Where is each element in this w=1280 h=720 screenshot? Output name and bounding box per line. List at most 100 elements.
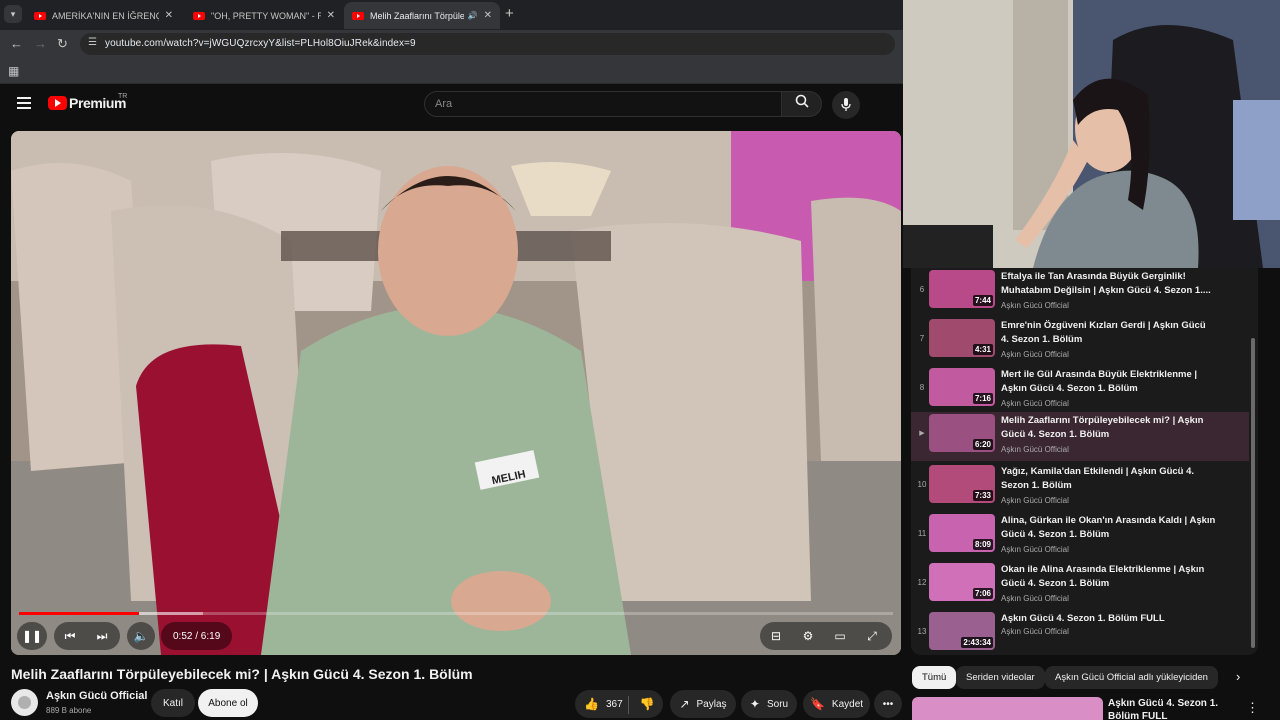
subscribe-label: Abone ol	[208, 697, 248, 709]
thumbs-down-icon[interactable]: 👎	[640, 697, 655, 711]
voice-search-button[interactable]	[832, 91, 860, 119]
thumbs-up-icon[interactable]: 👍	[584, 697, 599, 711]
tab-title: Melih Zaaflarını Törpüleyebi	[370, 10, 464, 21]
menu-icon[interactable]	[17, 97, 31, 109]
subtitles-icon[interactable]: ⊟	[760, 629, 792, 643]
like-count[interactable]: 367	[606, 699, 623, 710]
playlist-item-title[interactable]: Mert ile Gül Arasında Büyük Elektriklenm…	[1001, 368, 1216, 395]
chip-all[interactable]: Tümü	[912, 666, 957, 689]
playlist-item-title[interactable]: Eftalya ile Tan Arasında Büyük Gerginlik…	[1001, 270, 1216, 297]
playlist-item-current[interactable]: ▶ 6:20 Melih Zaaflarını Törpüleyebilecek…	[911, 412, 1249, 461]
playlist-item-title[interactable]: Alina, Gürkan ile Okan'ın Arasında Kaldı…	[1001, 514, 1216, 541]
time-text: 0:52 / 6:19	[173, 630, 221, 642]
playlist-item-title[interactable]: Yağız, Kamila'dan Etkilendi | Aşkın Gücü…	[1001, 465, 1216, 492]
join-button[interactable]: Katıl	[151, 689, 195, 717]
video-player[interactable]: MELIH ❚❚ ⏮ ⏭ 🔈 0:52 / 6:19 ⊟ ⚙ ▭ ⤢	[11, 131, 901, 655]
chip-series-videos[interactable]: Seriden videolar	[956, 666, 1045, 689]
playlist-thumbnail[interactable]: 7:06	[929, 563, 995, 601]
search-input[interactable]: Ara	[424, 91, 782, 117]
playlist-item-title[interactable]: Emre'nin Özgüveni Kızları Gerdi | Aşkın …	[1001, 319, 1216, 346]
youtube-logo-icon[interactable]	[48, 96, 67, 110]
more-horizontal-icon: •••	[882, 698, 894, 710]
subscribe-button[interactable]: Abone ol	[198, 689, 258, 717]
playlist-item[interactable]: 13 2:43:34 Aşkın Gücü 4. Sezon 1. Bölüm …	[911, 610, 1249, 659]
playlist-thumbnail[interactable]: 8:09	[929, 514, 995, 552]
theater-mode-icon[interactable]: ▭	[824, 629, 856, 643]
playlist-item-channel: Aşkın Gücü Official	[1001, 627, 1069, 636]
browser-tab-2[interactable]: "OH, PRETTY WOMAN" - Roy O ✕	[185, 2, 343, 29]
site-info-icon[interactable]: ☰	[88, 37, 97, 48]
apps-grid-icon[interactable]: ▦	[8, 64, 19, 78]
close-icon[interactable]: ✕	[165, 10, 173, 21]
more-actions-button[interactable]: •••	[874, 690, 902, 718]
url-input[interactable]: ☰ youtube.com/watch?v=jWGUQzrcxyY&list=P…	[80, 33, 895, 55]
recommendation-thumbnail[interactable]	[912, 697, 1103, 720]
playlist-item-title[interactable]: Melih Zaaflarını Törpüleyebilecek mi? | …	[1001, 414, 1216, 441]
previous-icon[interactable]: ⏮	[54, 629, 86, 644]
playlist-thumbnail[interactable]: 7:44	[929, 270, 995, 308]
playlist-thumbnail[interactable]: 7:33	[929, 465, 995, 503]
share-label: Paylaş	[696, 698, 727, 710]
reload-icon[interactable]: ↻	[57, 36, 68, 52]
playlist-item[interactable]: 6 7:44 Eftalya ile Tan Arasında Büyük Ge…	[911, 268, 1249, 317]
playlist-thumbnail[interactable]: 7:16	[929, 368, 995, 406]
now-playing-icon: ▶	[919, 430, 925, 437]
fullscreen-icon[interactable]: ⤢	[856, 629, 888, 644]
back-arrow-icon[interactable]: ←	[10, 36, 23, 51]
browser-tab-1[interactable]: AMERİKA'NIN EN İĞRENÇ PROJ ✕	[26, 2, 181, 29]
playlist-index: 11	[917, 529, 927, 538]
tab-title: AMERİKA'NIN EN İĞRENÇ PROJ	[52, 10, 159, 21]
new-tab-button[interactable]: +	[505, 5, 514, 22]
playlist-item-title[interactable]: Aşkın Gücü 4. Sezon 1. Bölüm FULL	[1001, 612, 1216, 626]
playlist-item-channel: Aşkın Gücü Official	[1001, 594, 1069, 603]
search-button[interactable]	[781, 91, 822, 117]
channel-name[interactable]: Aşkın Gücü Official	[46, 690, 147, 702]
playlist-scrollbar[interactable]	[1251, 338, 1255, 648]
close-icon[interactable]: ✕	[327, 10, 335, 21]
playlist-thumbnail[interactable]: 2:43:34	[929, 612, 995, 650]
forward-arrow-icon[interactable]: →	[34, 36, 47, 51]
youtube-favicon-icon	[193, 11, 205, 20]
playlist-thumbnail[interactable]: 6:20	[929, 414, 995, 452]
duration-badge: 7:33	[972, 490, 993, 501]
duration-badge: 8:09	[972, 539, 993, 550]
settings-gear-icon[interactable]: ⚙	[792, 629, 824, 643]
playlist-item[interactable]: 12 7:06 Okan ile Alina Arasında Elektrik…	[911, 561, 1249, 610]
volume-button[interactable]: 🔈	[127, 622, 155, 650]
subscriber-count: 889 B abone	[46, 706, 92, 715]
browser-tab-strip: ▾ AMERİKA'NIN EN İĞRENÇ PROJ ✕ "OH, PRET…	[0, 0, 903, 30]
recommendation-title[interactable]: Aşkın Gücü 4. Sezon 1. Bölüm FULL	[1108, 697, 1228, 720]
more-vertical-icon[interactable]: ⋮	[1246, 700, 1259, 716]
playlist-item[interactable]: 7 4:31 Emre'nin Özgüveni Kızları Gerdi |…	[911, 317, 1249, 366]
playlist-item[interactable]: 8 7:16 Mert ile Gül Arasında Büyük Elekt…	[911, 366, 1249, 415]
share-icon: ↗	[679, 697, 690, 711]
time-display: 0:52 / 6:19	[161, 622, 233, 650]
chip-label: Tümü	[922, 672, 947, 683]
progress-bar[interactable]	[19, 612, 893, 615]
audio-playing-icon[interactable]: 🔊	[468, 11, 478, 20]
playlist-item-title[interactable]: Okan ile Alina Arasında Elektriklenme | …	[1001, 563, 1216, 590]
chevron-right-icon[interactable]: ›	[1236, 669, 1240, 684]
duration-badge: 7:44	[972, 295, 993, 306]
microphone-icon	[841, 98, 851, 111]
playlist-thumbnail[interactable]: 4:31	[929, 319, 995, 357]
playlist-item[interactable]: 10 7:33 Yağız, Kamila'dan Etkilendi | Aş…	[911, 463, 1249, 512]
close-icon[interactable]: ✕	[484, 10, 492, 21]
ask-button[interactable]: ✦ Soru	[741, 690, 797, 718]
youtube-favicon-icon	[352, 11, 364, 20]
browser-tab-3[interactable]: Melih Zaaflarını Törpüleyebi 🔊 ✕	[344, 2, 500, 29]
playlist-item-channel: Aşkın Gücü Official	[1001, 545, 1069, 554]
pause-button[interactable]: ❚❚	[17, 622, 47, 650]
playlist-item[interactable]: 11 8:09 Alina, Gürkan ile Okan'ın Arasın…	[911, 512, 1249, 561]
channel-avatar[interactable]	[11, 689, 38, 716]
next-icon[interactable]: ⏭	[86, 629, 118, 644]
webcam-image	[903, 0, 1280, 268]
playlist-index: 6	[919, 285, 925, 294]
share-button[interactable]: ↗ Paylaş	[670, 690, 736, 718]
chip-label: Aşkın Gücü Official adlı yükleyiciden	[1055, 672, 1208, 683]
chip-uploader-videos[interactable]: Aşkın Gücü Official adlı yükleyiciden	[1045, 666, 1218, 689]
duration-badge: 6:20	[972, 439, 993, 450]
playlist-item-channel: Aşkın Gücü Official	[1001, 496, 1069, 505]
save-button[interactable]: 🔖 Kaydet	[803, 690, 870, 718]
tab-search-icon[interactable]: ▾	[4, 5, 22, 23]
